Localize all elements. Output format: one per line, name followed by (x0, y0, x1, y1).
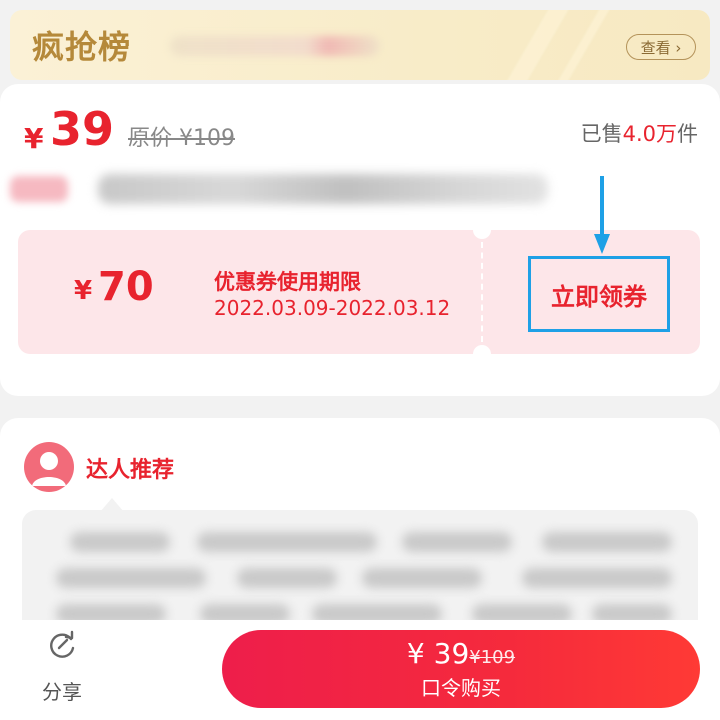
buy-original-price: ¥109 (469, 646, 516, 668)
blurred-text (402, 532, 512, 552)
coupon-notch (473, 345, 491, 363)
blurred-text (56, 568, 206, 588)
blurred-text (197, 532, 377, 552)
sold-count: 已售4.0万件 (581, 118, 698, 148)
view-button[interactable]: 查看 › (626, 34, 696, 60)
coupon-validity-label: 优惠券使用期限 (214, 270, 361, 294)
blurred-text (522, 568, 672, 588)
share-label: 分享 (42, 680, 82, 704)
recommendation-text-blurred (22, 510, 698, 638)
blurred-text (542, 532, 672, 552)
coupon-currency: ¥ (74, 276, 93, 306)
sold-number: 4.0万 (622, 122, 677, 146)
product-title-blurred (98, 174, 548, 204)
buy-price-row: ¥ 39¥109 (406, 636, 516, 670)
coupon-date-range: 2022.03.09-2022.03.12 (214, 296, 451, 320)
coupon-amount: 70 (98, 264, 154, 310)
buy-label: 口令购买 (421, 675, 501, 700)
original-price: 原价 ¥109 (128, 126, 235, 151)
share-icon (50, 630, 75, 658)
arrow-down-icon (594, 176, 610, 254)
buy-price: ¥ 39 (406, 636, 470, 670)
coupon-divider (481, 242, 483, 342)
buy-button[interactable]: ¥ 39¥109 口令购买 (222, 630, 700, 708)
user-avatar-icon (24, 442, 74, 492)
coupon-notch (473, 221, 491, 239)
recommendation-card: 达人推荐 (0, 418, 720, 638)
banner-blurred-text (170, 36, 380, 56)
product-tag-blurred (10, 176, 68, 202)
price-currency: ¥ (24, 122, 44, 155)
blurred-text (70, 532, 170, 552)
blurred-text (237, 568, 337, 588)
bottom-action-bar: 分享 ¥ 39¥109 口令购买 (0, 620, 720, 720)
sold-suffix: 件 (677, 122, 698, 146)
product-card: ¥ 39 原价 ¥109 已售4.0万件 ¥ 70 优惠券使用期限 2022.0… (0, 84, 720, 396)
share-button[interactable]: 分享 (30, 628, 94, 705)
banner-title: 疯抢榜 (32, 28, 132, 66)
claim-coupon-button[interactable]: 立即领券 (528, 256, 670, 332)
blurred-text (362, 568, 482, 588)
price-value: 39 (50, 102, 115, 156)
hot-list-banner[interactable]: 疯抢榜 查看 › (10, 10, 710, 80)
sold-prefix: 已售 (580, 122, 623, 146)
recommendation-title: 达人推荐 (86, 458, 175, 483)
